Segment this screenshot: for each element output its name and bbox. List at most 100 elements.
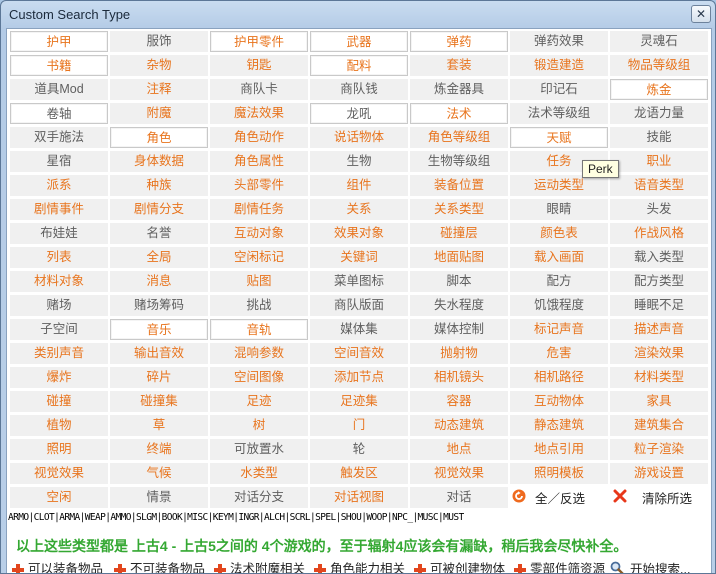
type-toggle[interactable]: 钥匙 — [210, 55, 308, 76]
type-toggle[interactable]: 注释 — [110, 79, 208, 100]
type-toggle[interactable]: 对话 — [410, 487, 508, 508]
type-toggle[interactable]: 视觉效果 — [410, 463, 508, 484]
type-toggle[interactable]: 魔法效果 — [210, 103, 308, 124]
non-equippable-items-button[interactable]: 不可装备物品 — [114, 561, 205, 573]
type-toggle[interactable]: 眼睛 — [510, 199, 608, 220]
type-toggle[interactable]: 关键词 — [310, 247, 408, 268]
type-toggle[interactable]: 商队卡 — [210, 79, 308, 100]
type-toggle[interactable]: 身体数据 — [110, 151, 208, 172]
type-toggle[interactable]: 脚本 — [410, 271, 508, 292]
type-toggle[interactable]: 龙语力量 — [610, 103, 708, 124]
type-toggle[interactable]: 足迹 — [210, 391, 308, 412]
type-toggle[interactable]: 武器 — [310, 31, 408, 52]
type-toggle[interactable]: 商队版面 — [310, 295, 408, 316]
toggle-all-button[interactable]: 全／反选 — [512, 489, 585, 510]
type-toggle[interactable]: 职业 — [610, 151, 708, 172]
type-toggle[interactable]: 抛射物 — [410, 343, 508, 364]
type-toggle[interactable]: 消息 — [110, 271, 208, 292]
type-toggle[interactable]: 载入画面 — [510, 247, 608, 268]
type-toggle[interactable]: 爆炸 — [10, 367, 108, 388]
clear-selection-button[interactable]: 清除所选 — [613, 489, 692, 510]
type-toggle[interactable]: 可放置水 — [210, 439, 308, 460]
type-toggle[interactable]: 关系类型 — [410, 199, 508, 220]
type-toggle[interactable]: 名誉 — [110, 223, 208, 244]
type-toggle[interactable]: 描述声音 — [610, 319, 708, 340]
type-toggle[interactable]: 睡眠不足 — [610, 295, 708, 316]
type-toggle[interactable]: 技能 — [610, 127, 708, 148]
type-toggle[interactable]: 赌场筹码 — [110, 295, 208, 316]
equippable-items-button[interactable]: 可以装备物品 — [12, 561, 103, 573]
type-toggle[interactable]: 配方 — [510, 271, 608, 292]
type-toggle[interactable]: 门 — [310, 415, 408, 436]
type-toggle[interactable]: 配料 — [310, 55, 408, 76]
type-toggle[interactable]: 灵魂石 — [610, 31, 708, 52]
type-toggle[interactable]: 护甲零件 — [210, 31, 308, 52]
type-toggle[interactable]: 贴图 — [210, 271, 308, 292]
type-toggle[interactable]: 剧情任务 — [210, 199, 308, 220]
type-toggle[interactable]: 种族 — [110, 175, 208, 196]
type-toggle[interactable]: 静态建筑 — [510, 415, 608, 436]
type-toggle[interactable]: 音轨 — [210, 319, 308, 340]
type-toggle[interactable]: 触发区 — [310, 463, 408, 484]
type-toggle[interactable]: 弹药效果 — [510, 31, 608, 52]
close-button[interactable]: ✕ — [691, 5, 711, 23]
type-toggle[interactable]: 游戏设置 — [610, 463, 708, 484]
type-toggle[interactable]: 菜单图标 — [310, 271, 408, 292]
type-toggle[interactable]: 生物等级组 — [410, 151, 508, 172]
type-toggle[interactable]: 碰撞层 — [410, 223, 508, 244]
type-toggle[interactable]: 关系 — [310, 199, 408, 220]
type-toggle[interactable]: 树 — [210, 415, 308, 436]
type-toggle[interactable]: 配方类型 — [610, 271, 708, 292]
type-toggle[interactable]: 商队钱 — [310, 79, 408, 100]
type-toggle[interactable]: 角色属性 — [210, 151, 308, 172]
type-toggle[interactable]: 容器 — [410, 391, 508, 412]
type-toggle[interactable]: 装备位置 — [410, 175, 508, 196]
type-toggle[interactable]: 渲染效果 — [610, 343, 708, 364]
type-toggle[interactable]: 炼金 — [610, 79, 708, 100]
type-toggle[interactable]: 星宿 — [10, 151, 108, 172]
type-toggle[interactable]: 家具 — [610, 391, 708, 412]
type-toggle[interactable]: 碰撞 — [10, 391, 108, 412]
type-toggle[interactable]: 印记石 — [510, 79, 608, 100]
type-toggle[interactable]: 角色 — [110, 127, 208, 148]
type-toggle[interactable]: 相机路径 — [510, 367, 608, 388]
type-toggle[interactable]: 附魔 — [110, 103, 208, 124]
type-toggle[interactable]: 碰撞集 — [110, 391, 208, 412]
type-toggle[interactable]: 赌场 — [10, 295, 108, 316]
type-toggle[interactable]: 语音类型 — [610, 175, 708, 196]
type-toggle[interactable]: 对话分支 — [210, 487, 308, 508]
type-toggle[interactable]: 类别声音 — [10, 343, 108, 364]
type-toggle[interactable]: 标记声音 — [510, 319, 608, 340]
type-toggle[interactable]: 足迹集 — [310, 391, 408, 412]
type-toggle[interactable]: 头发 — [610, 199, 708, 220]
type-toggle[interactable]: 护甲 — [10, 31, 108, 52]
type-toggle[interactable]: 套装 — [410, 55, 508, 76]
type-toggle[interactable]: 布娃娃 — [10, 223, 108, 244]
type-toggle[interactable]: 危害 — [510, 343, 608, 364]
type-toggle[interactable]: 媒体控制 — [410, 319, 508, 340]
type-toggle[interactable]: 空间图像 — [210, 367, 308, 388]
type-toggle[interactable]: 添加节点 — [310, 367, 408, 388]
type-toggle[interactable]: 材料对象 — [10, 271, 108, 292]
type-toggle[interactable]: 杂物 — [110, 55, 208, 76]
type-toggle[interactable]: 水类型 — [210, 463, 308, 484]
type-toggle[interactable]: 弹药 — [410, 31, 508, 52]
type-toggle[interactable]: 生物 — [310, 151, 408, 172]
type-toggle[interactable]: 照明 — [10, 439, 108, 460]
type-toggle[interactable]: 视觉效果 — [10, 463, 108, 484]
type-toggle[interactable]: 天赋 — [510, 127, 608, 148]
type-toggle[interactable]: 角色动作 — [210, 127, 308, 148]
type-toggle[interactable]: 地点引用 — [510, 439, 608, 460]
type-toggle[interactable]: 植物 — [10, 415, 108, 436]
type-toggle[interactable]: 空闲标记 — [210, 247, 308, 268]
type-toggle[interactable]: 气候 — [110, 463, 208, 484]
component-filter-button[interactable]: 零部件筛资源 — [514, 561, 605, 573]
type-toggle[interactable]: 地点 — [410, 439, 508, 460]
type-toggle[interactable]: 效果对象 — [310, 223, 408, 244]
type-toggle[interactable]: 空间音效 — [310, 343, 408, 364]
type-toggle[interactable]: 互动物体 — [510, 391, 608, 412]
type-toggle[interactable]: 组件 — [310, 175, 408, 196]
type-toggle[interactable]: 失水程度 — [410, 295, 508, 316]
type-toggle[interactable]: 地面贴图 — [410, 247, 508, 268]
start-search-button[interactable]: 开始搜索... — [610, 561, 690, 573]
